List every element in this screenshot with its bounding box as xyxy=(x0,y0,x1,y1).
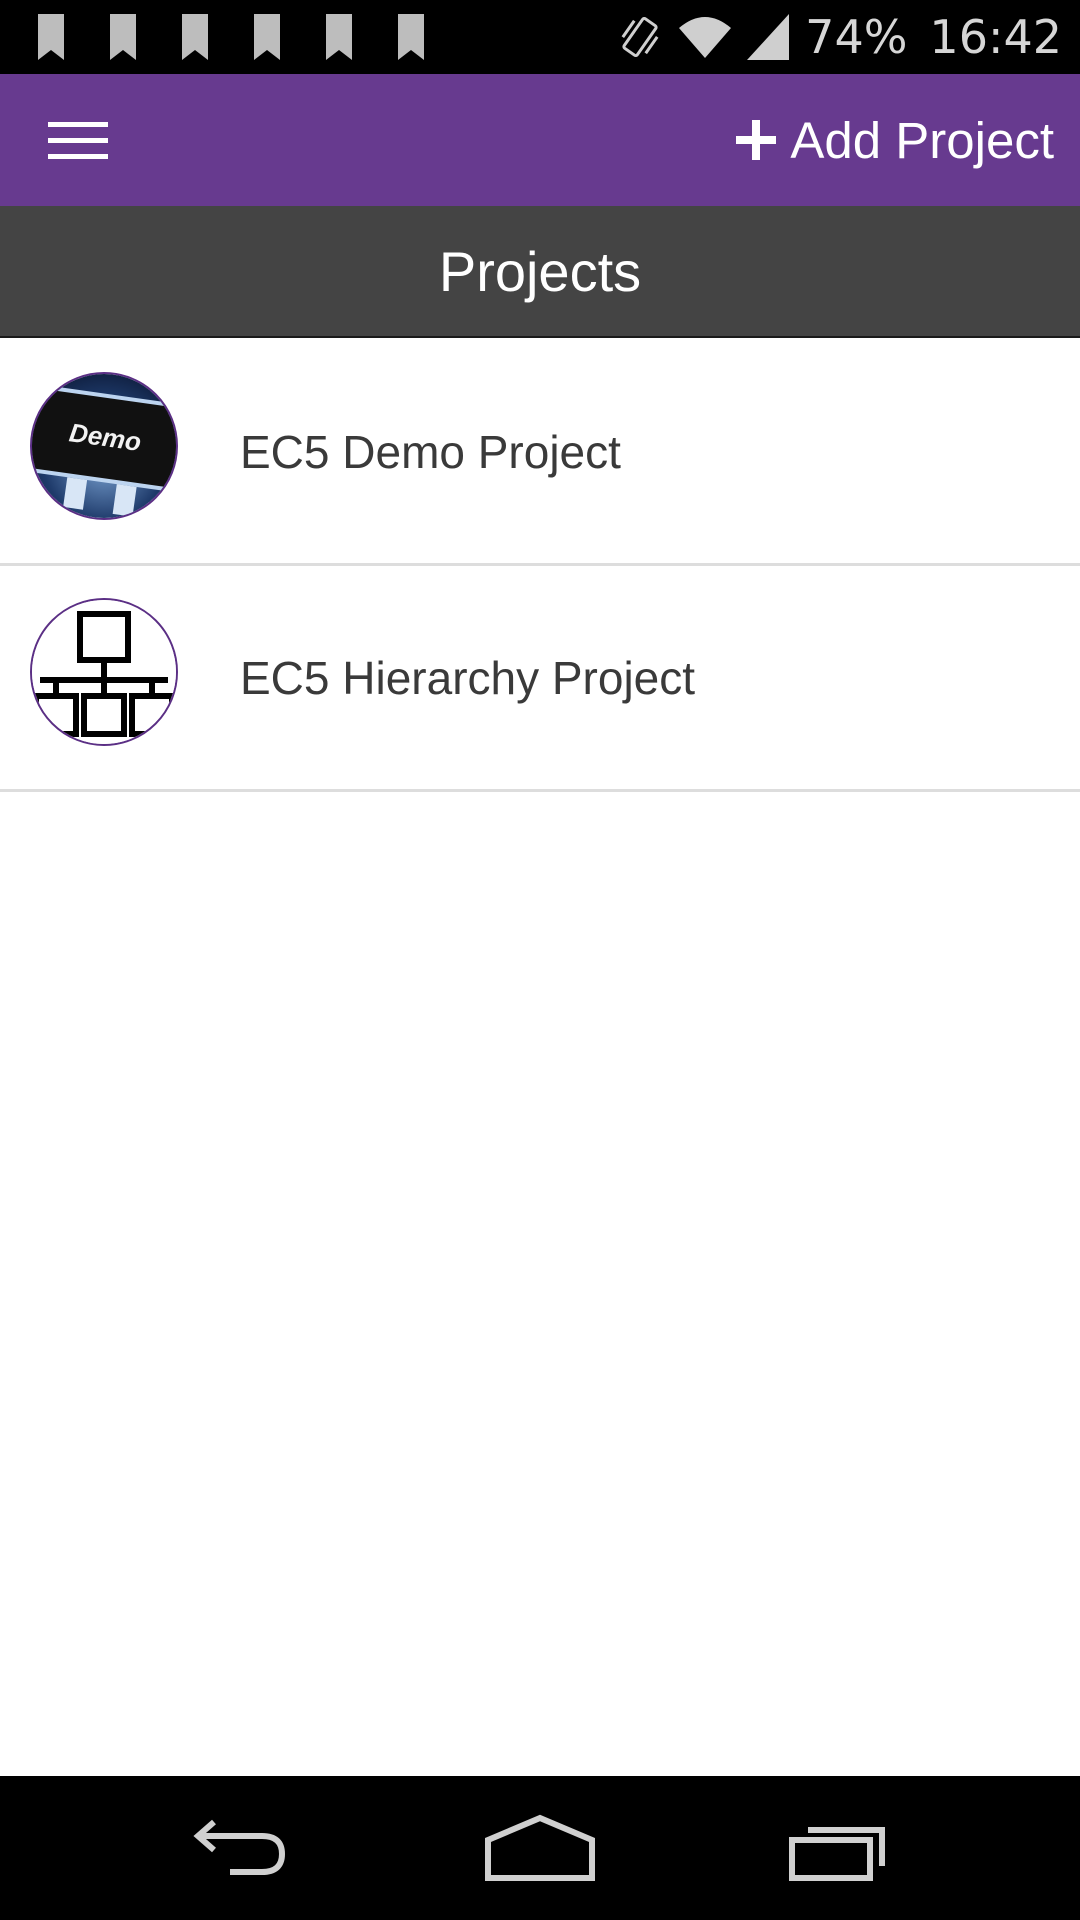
back-icon[interactable] xyxy=(180,1810,300,1886)
notification-icons xyxy=(38,14,470,60)
bookmark-icon xyxy=(254,14,280,60)
title-bar: Projects xyxy=(0,206,1080,338)
wifi-icon xyxy=(679,17,732,58)
home-icon[interactable] xyxy=(480,1810,600,1886)
page-title: Projects xyxy=(438,239,642,303)
app-bar: Add Project xyxy=(0,74,1080,206)
add-project-label: Add Project xyxy=(790,111,1054,169)
signal-icon xyxy=(747,14,790,60)
bookmark-icon xyxy=(398,14,424,60)
project-item-demo[interactable]: Demo EC5 Demo Project xyxy=(0,340,1080,566)
bookmark-icon xyxy=(110,14,136,60)
hamburger-menu-icon[interactable] xyxy=(30,104,126,176)
project-name: EC5 Demo Project xyxy=(240,425,621,478)
bookmark-icon xyxy=(326,14,352,60)
bookmark-icon xyxy=(182,14,208,60)
demo-keyboard-icon: Demo xyxy=(32,374,176,518)
bookmark-icon xyxy=(38,14,64,60)
project-list: Demo EC5 Demo Project EC5 Hierarchy Proj… xyxy=(0,340,1080,792)
plus-icon xyxy=(736,120,777,160)
project-name: EC5 Hierarchy Project xyxy=(240,651,696,704)
nav-bar xyxy=(0,1776,1080,1920)
demo-project-avatar: Demo xyxy=(30,372,178,520)
status-bar: 74% 16:42 xyxy=(0,0,1080,74)
add-project-button[interactable]: Add Project xyxy=(736,102,1054,178)
hierarchy-project-avatar xyxy=(30,598,178,746)
battery-percentage: 74% xyxy=(805,10,908,64)
vibrate-icon xyxy=(621,16,659,58)
hierarchy-icon xyxy=(32,600,176,744)
status-indicators: 74% 16:42 xyxy=(617,6,1062,68)
clock: 16:42 xyxy=(929,10,1062,64)
recents-icon[interactable] xyxy=(780,1810,900,1886)
project-item-hierarchy[interactable]: EC5 Hierarchy Project xyxy=(0,566,1080,792)
screen: 74% 16:42 Add Project Projects Demo EC5 … xyxy=(0,0,1080,1920)
